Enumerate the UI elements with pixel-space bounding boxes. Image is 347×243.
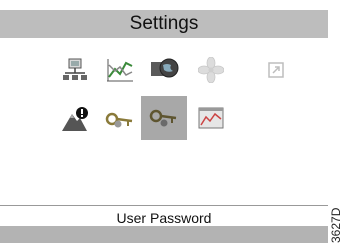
page-title: Settings — [129, 13, 199, 34]
status-separator — [0, 205, 328, 206]
title-bar: Settings — [0, 10, 328, 38]
alarm-mountain-icon[interactable] — [52, 98, 98, 142]
bottom-bar — [0, 226, 328, 243]
globe-display-icon[interactable] — [141, 48, 187, 92]
user-key-icon[interactable] — [141, 96, 187, 140]
fan-icon[interactable] — [188, 48, 234, 92]
trend-chart-icon[interactable] — [97, 48, 143, 92]
service-key-icon[interactable] — [97, 98, 143, 142]
external-link-icon[interactable] — [253, 48, 299, 92]
graph-window-icon[interactable] — [188, 96, 234, 140]
status-label: User Password — [116, 210, 212, 226]
figure-code: 3627D — [329, 207, 343, 243]
network-icon[interactable] — [52, 48, 98, 92]
settings-screen: Settings User Password — [0, 0, 328, 243]
